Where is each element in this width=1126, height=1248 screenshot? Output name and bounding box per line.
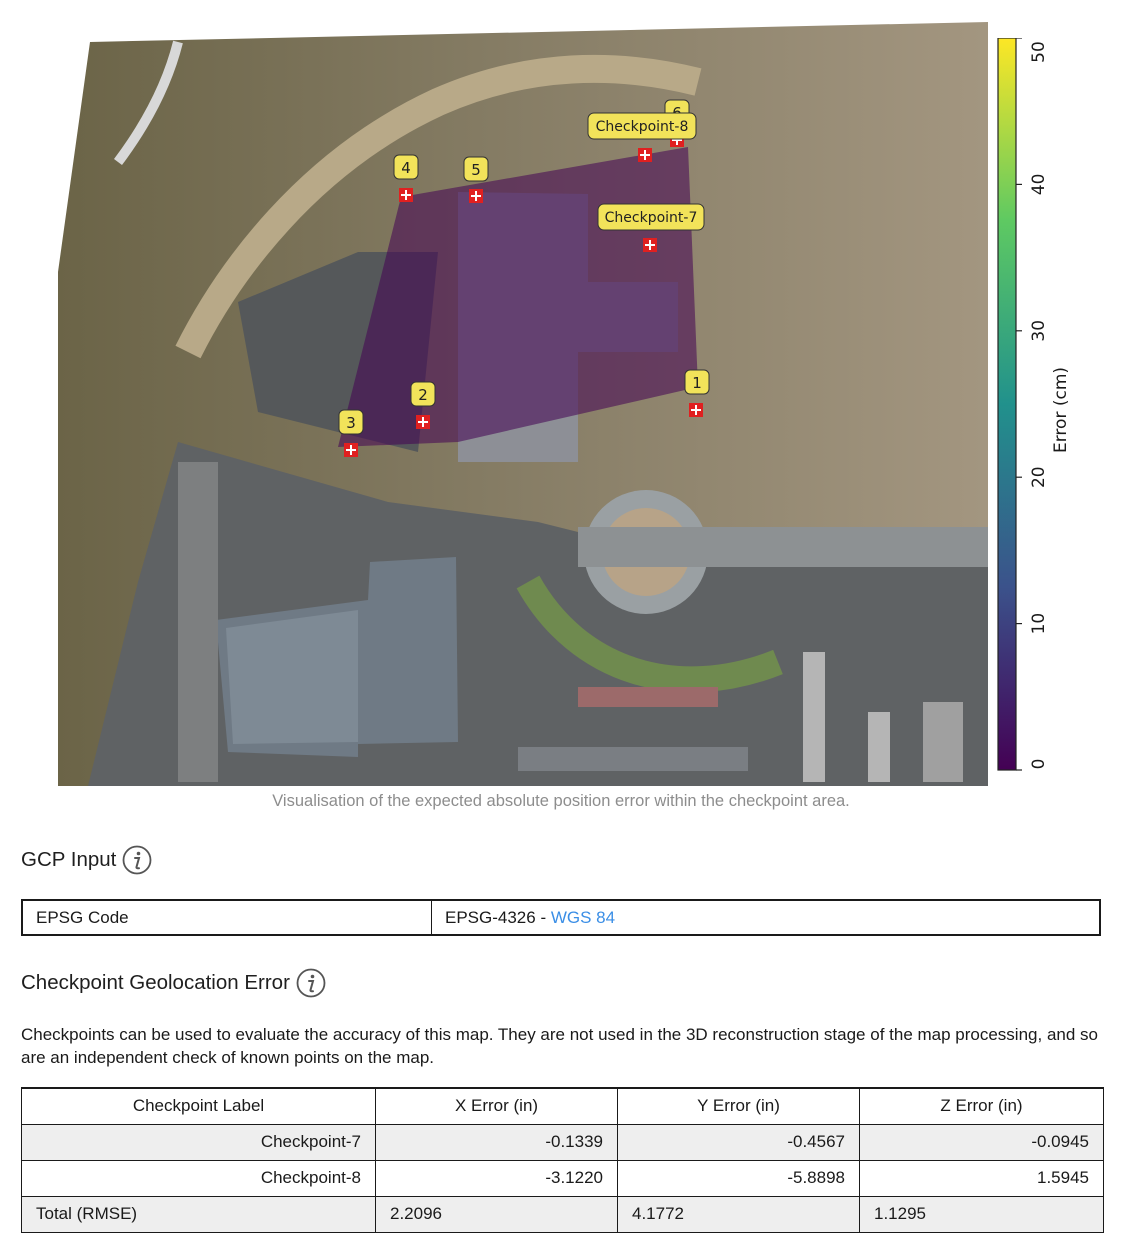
table-row: Checkpoint-7 -0.1339 -0.4567 -0.0945 (21, 1123, 1104, 1161)
info-icon[interactable] (122, 845, 152, 875)
checkpoint-error-table: Checkpoint Label X Error (in) Y Error (i… (21, 1087, 1104, 1233)
checkpoint-error-title: Checkpoint Geolocation Error (21, 971, 290, 994)
cell-label: Checkpoint-8 (21, 1159, 376, 1197)
header-z-error: Z Error (in) (859, 1087, 1104, 1125)
gcp-input-heading: GCP Input (21, 845, 152, 875)
cell-y-error: -0.4567 (617, 1123, 860, 1161)
error-colorbar: 0 10 20 30 40 50 Error (cm) (997, 38, 1071, 771)
svg-text:5: 5 (471, 161, 481, 179)
map-caption: Visualisation of the expected absolute p… (272, 792, 850, 810)
cell-total-z: 1.1295 (859, 1195, 1104, 1233)
colorbar-tick-label: 0 (1029, 759, 1049, 770)
cell-x-error: -3.1220 (375, 1159, 618, 1197)
cell-z-error: 1.5945 (859, 1159, 1104, 1197)
colorbar-ticks: 0 10 20 30 40 50 (1016, 38, 1049, 771)
table-header-row: Checkpoint Label X Error (in) Y Error (i… (21, 1087, 1104, 1125)
header-checkpoint-label: Checkpoint Label (21, 1087, 376, 1125)
svg-text:4: 4 (401, 159, 411, 177)
svg-text:1: 1 (692, 374, 702, 392)
cell-x-error: -0.1339 (375, 1123, 618, 1161)
colorbar-tick-label: 10 (1029, 613, 1049, 635)
gcp-input-title: GCP Input (21, 848, 117, 871)
svg-text:2: 2 (418, 386, 428, 404)
epsg-table: EPSG Code EPSG-4326 - WGS 84 (21, 899, 1101, 936)
svg-text:Checkpoint-7: Checkpoint-7 (605, 210, 698, 226)
header-x-error: X Error (in) (375, 1087, 618, 1125)
checkpoint-error-heading: Checkpoint Geolocation Error (21, 968, 326, 998)
colorbar-label: Error (cm) (1051, 367, 1071, 453)
cell-total-y: 4.1772 (617, 1195, 860, 1233)
colorbar-tick-label: 30 (1029, 320, 1049, 342)
epsg-value-text: EPSG-4326 - (445, 907, 551, 927)
svg-text:3: 3 (346, 414, 356, 432)
cell-z-error: -0.0945 (859, 1123, 1104, 1161)
orthomosaic-map: 1 2 3 4 5 6 Checkpoint-7 (58, 22, 988, 786)
table-total-row: Total (RMSE) 2.2096 4.1772 1.1295 (21, 1195, 1104, 1233)
cell-total-x: 2.2096 (375, 1195, 618, 1233)
epsg-label: EPSG Code (23, 901, 432, 934)
cell-label: Checkpoint-7 (21, 1123, 376, 1161)
wgs84-link[interactable]: WGS 84 (551, 908, 615, 928)
cell-total-label: Total (RMSE) (21, 1195, 376, 1233)
colorbar-tick-label: 20 (1029, 466, 1049, 488)
colorbar-gradient (997, 38, 1017, 771)
svg-text:Checkpoint-8: Checkpoint-8 (596, 119, 689, 135)
colorbar-tick-label: 50 (1029, 41, 1049, 63)
cell-y-error: -5.8898 (617, 1159, 860, 1197)
colorbar-tick-label: 40 (1029, 174, 1049, 196)
info-icon[interactable] (296, 968, 326, 998)
epsg-value: EPSG-4326 - WGS 84 (432, 901, 615, 934)
header-y-error: Y Error (in) (617, 1087, 860, 1125)
checkpoint-description: Checkpoints can be used to evaluate the … (21, 1025, 1098, 1067)
table-row: Checkpoint-8 -3.1220 -5.8898 1.5945 (21, 1159, 1104, 1197)
